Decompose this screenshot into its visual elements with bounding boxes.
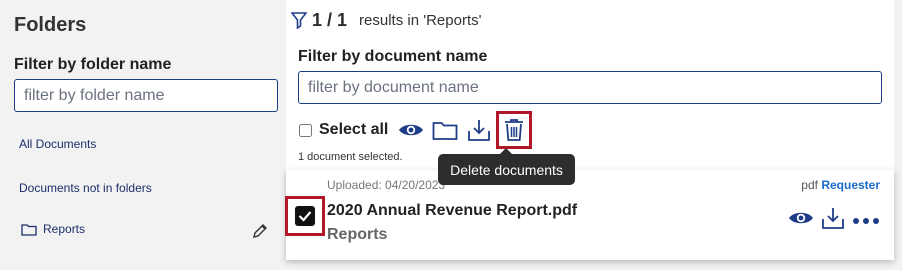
download-icon[interactable] (462, 116, 496, 144)
document-card[interactable]: Uploaded: 04/20/2023 2020 Annual Revenue… (285, 170, 894, 260)
folder-icon (21, 223, 37, 236)
folder-name: Reports (43, 222, 86, 236)
results-label: results in 'Reports' (359, 12, 482, 29)
folder-filter-label: Filter by folder name (14, 56, 172, 73)
document-checkbox[interactable] (285, 196, 325, 236)
document-filter-label: Filter by document name (298, 48, 488, 65)
role-label: Requester (821, 178, 880, 192)
document-title[interactable]: 2020 Annual Revenue Report.pdf (327, 202, 577, 220)
selection-status: 1 document selected. (298, 151, 403, 163)
delete-documents-tooltip: Delete documents (438, 148, 575, 185)
more-options-icon[interactable] (852, 212, 880, 230)
sidebar-link-all-documents[interactable]: All Documents (19, 137, 96, 151)
delete-icon[interactable] (496, 111, 533, 149)
checkbox-checked-icon (295, 206, 315, 226)
document-actions (788, 206, 880, 235)
sidebar-link-documents-not-in-folders[interactable]: Documents not in folders (19, 181, 152, 195)
select-all-checkbox[interactable] (299, 123, 312, 137)
document-meta: pdf Requester (801, 178, 880, 192)
document-filter-input[interactable] (298, 71, 882, 104)
edit-folder-icon[interactable] (251, 222, 269, 245)
upload-date: Uploaded: 04/20/2023 (327, 178, 446, 192)
view-document-icon[interactable] (788, 210, 814, 231)
move-to-folder-icon[interactable] (428, 116, 462, 144)
file-type: pdf (801, 178, 818, 192)
sidebar-title: Folders (14, 14, 87, 36)
folder-filter-input[interactable] (14, 79, 278, 112)
results-count: 1 / 1 (312, 10, 348, 30)
view-icon[interactable] (394, 116, 428, 144)
documents-panel: 1 / 1 results in 'Reports' Filter by doc… (286, 0, 894, 170)
filter-icon (291, 12, 307, 29)
select-all-label[interactable]: Select all (319, 121, 388, 139)
results-summary: 1 / 1 results in 'Reports' (291, 10, 481, 31)
download-document-icon[interactable] (820, 206, 846, 235)
folders-sidebar: Folders Filter by folder name All Docume… (0, 0, 285, 270)
document-folder: Reports (327, 226, 388, 243)
sidebar-folder-reports[interactable]: Reports (21, 222, 85, 236)
bulk-actions-toolbar: Select all (298, 111, 533, 149)
